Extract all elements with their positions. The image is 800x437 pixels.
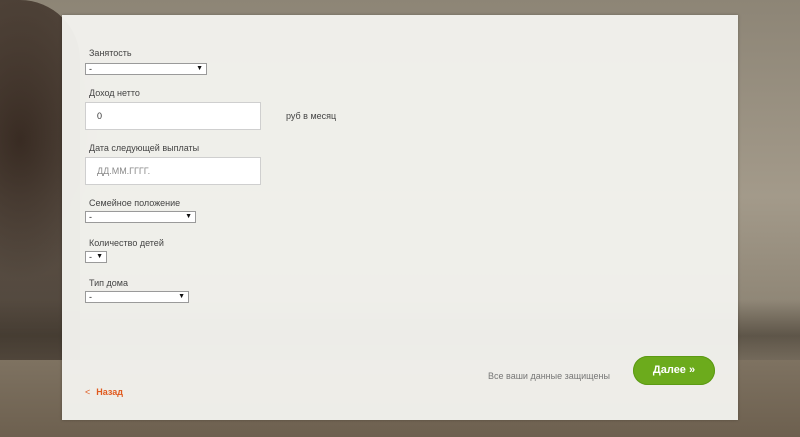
marital-status-select-value: - <box>89 212 92 222</box>
form-card: Занятость - ▼ Доход нетто 0 руб в месяц … <box>62 15 738 420</box>
home-type-select[interactable]: - ▼ <box>85 291 189 303</box>
employment-select[interactable]: - ▼ <box>85 63 207 75</box>
children-count-select-value: - <box>89 252 92 262</box>
home-type-select-value: - <box>89 292 92 302</box>
children-count-label: Количество детей <box>89 238 164 248</box>
employment-label: Занятость <box>89 48 132 58</box>
back-link-label: Назад <box>96 387 123 397</box>
next-payment-date-label: Дата следующей выплаты <box>89 143 200 153</box>
marital-status-label: Семейное положение <box>89 198 181 208</box>
net-income-unit: руб в месяц <box>286 111 337 121</box>
chevron-left-icon: < <box>85 387 91 397</box>
next-button[interactable]: Далее » <box>633 356 715 385</box>
employment-select-value: - <box>89 64 92 74</box>
net-income-input[interactable]: 0 <box>85 102 261 130</box>
next-payment-date-input[interactable]: ДД.ММ.ГГГГ. <box>85 157 261 185</box>
data-secure-note: Все ваши данные защищены <box>488 371 610 381</box>
back-link[interactable]: < Назад <box>85 387 123 397</box>
chevron-down-icon: ▼ <box>196 65 203 72</box>
children-count-select[interactable]: - ▼ <box>85 251 107 263</box>
chevron-down-icon: ▼ <box>96 253 103 260</box>
chevron-down-icon: ▼ <box>185 213 192 220</box>
home-type-label: Тип дома <box>89 278 128 288</box>
net-income-label: Доход нетто <box>89 88 140 98</box>
marital-status-select[interactable]: - ▼ <box>85 211 196 223</box>
chevron-down-icon: ▼ <box>178 293 185 300</box>
